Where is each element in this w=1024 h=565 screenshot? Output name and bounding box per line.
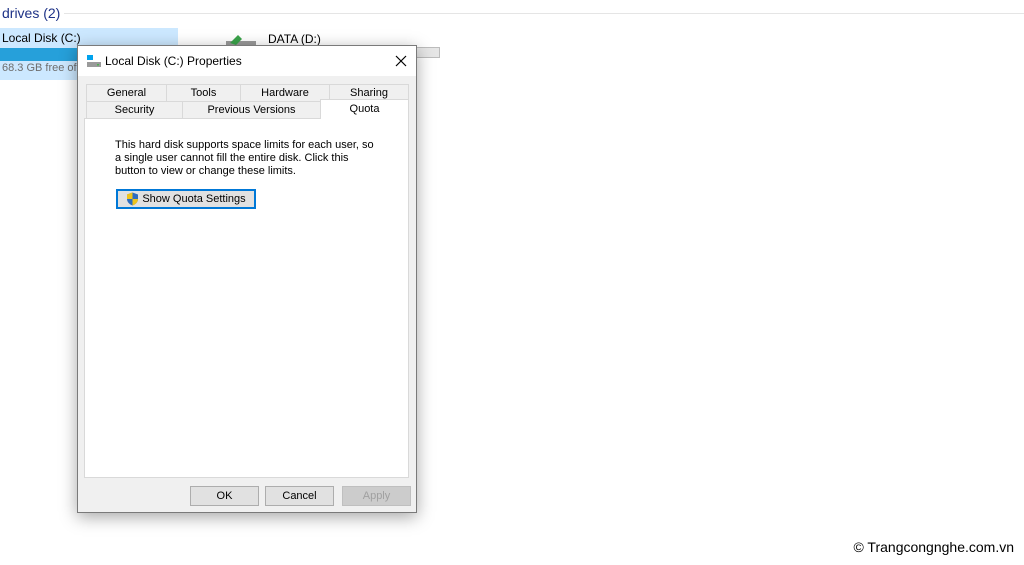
tab-security[interactable]: Security [86, 101, 183, 118]
apply-button[interactable]: Apply [342, 486, 411, 506]
quota-description: This hard disk supports space limits for… [115, 139, 374, 177]
ok-button[interactable]: OK [190, 486, 259, 506]
drives-group-header[interactable]: drives (2) [2, 5, 60, 21]
dialog-title: Local Disk (C:) Properties [105, 54, 242, 68]
close-button[interactable] [386, 46, 416, 76]
drive-icon [87, 55, 101, 67]
drive-c-free-space: 68.3 GB free of 2 [2, 62, 86, 74]
drive-d-name: DATA (D:) [268, 32, 321, 46]
close-icon [395, 55, 407, 67]
dialog-titlebar[interactable]: Local Disk (C:) Properties [78, 46, 416, 76]
drive-c-name: Local Disk (C:) [2, 31, 81, 45]
tab-tools[interactable]: Tools [166, 84, 241, 101]
uac-shield-icon [127, 192, 139, 206]
quota-panel: This hard disk supports space limits for… [84, 118, 409, 478]
properties-dialog: Local Disk (C:) Properties General Tools… [77, 45, 417, 513]
tab-quota[interactable]: Quota [320, 99, 409, 119]
tab-previous-versions[interactable]: Previous Versions [182, 101, 321, 118]
show-quota-settings-label: Show Quota Settings [142, 193, 246, 205]
tab-general[interactable]: General [86, 84, 167, 101]
cancel-button[interactable]: Cancel [265, 486, 334, 506]
tab-hardware[interactable]: Hardware [240, 84, 330, 101]
watermark: © Trangcongnghe.com.vn [853, 539, 1014, 555]
show-quota-settings-button[interactable]: Show Quota Settings [116, 189, 256, 209]
group-divider [64, 13, 1024, 14]
